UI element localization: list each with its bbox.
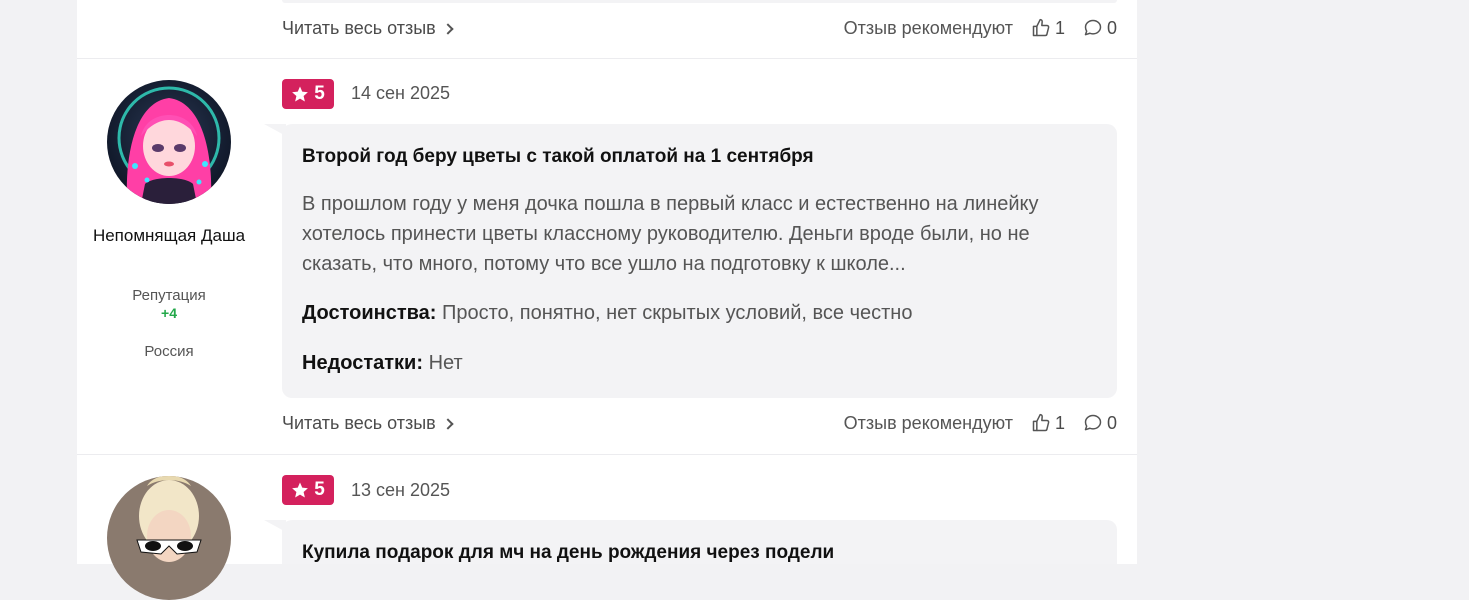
chevron-right-icon: [442, 22, 454, 35]
star-icon: [292, 86, 309, 102]
rating-value: 5: [314, 83, 325, 104]
review-footer: Читать весь отзыв Отзыв рекомендуют 1 0: [282, 411, 1117, 435]
avatar-image: [107, 80, 231, 204]
cons-text: Нет: [428, 352, 463, 374]
chevron-right-icon: [442, 417, 454, 430]
avatar[interactable]: [107, 476, 231, 600]
cons-label: Недостатки:: [302, 352, 424, 374]
review-bubble[interactable]: Второй год беру цветы с такой оплатой на…: [282, 124, 1117, 398]
read-full-review-label: Читать весь отзыв: [282, 17, 436, 38]
review-stats: Отзыв рекомендуют 1 0: [844, 413, 1117, 434]
rating-badge: 5: [282, 79, 334, 109]
reputation-label: Репутация: [132, 287, 206, 304]
recommend-label: Отзыв рекомендуют: [843, 412, 1013, 433]
read-full-review-label: Читать весь отзыв: [282, 412, 436, 433]
comments-button[interactable]: 0: [1083, 413, 1117, 434]
previous-review-footer: Читать весь отзыв Отзыв рекомендуют 1 0: [282, 16, 1117, 40]
comment-count: 0: [1106, 17, 1117, 38]
review-title[interactable]: Купила подарок для мч на день рождения ч…: [302, 542, 834, 564]
like-count: 1: [1054, 412, 1065, 433]
reputation-value: +4: [161, 305, 177, 321]
thumbs-up-icon: [1032, 413, 1050, 432]
user-name[interactable]: Непомнящая Даша: [77, 225, 261, 246]
like-button[interactable]: 1: [1031, 413, 1065, 434]
pros-text: Просто, понятно, нет скрытых условий, вс…: [442, 302, 913, 324]
review-cons: Недостатки: Нет: [302, 352, 463, 375]
read-full-review-link[interactable]: Читать весь отзыв: [282, 17, 454, 39]
like-button[interactable]: 1: [1031, 18, 1065, 39]
rating-badge: 5: [282, 475, 334, 505]
rating-value: 5: [314, 479, 325, 500]
review-divider: [77, 58, 1137, 59]
review-bubble[interactable]: Купила подарок для мч на день рождения ч…: [282, 520, 1117, 564]
user-country: Россия: [144, 343, 194, 360]
previous-review-bubble-edge: [282, 0, 1117, 3]
speech-bubble-icon: [1084, 414, 1102, 431]
comment-count: 0: [1106, 412, 1117, 433]
review-text: В прошлом году у меня дочка пошла в перв…: [302, 193, 1039, 275]
review-pros: Достоинства: Просто, понятно, нет скрыты…: [302, 302, 912, 325]
speech-bubble-icon: [1084, 19, 1102, 36]
star-icon: [292, 482, 309, 498]
like-count: 1: [1054, 17, 1065, 38]
review-title[interactable]: Второй год беру цветы с такой оплатой на…: [302, 146, 814, 168]
review-date: 14 сен 2025: [351, 83, 451, 103]
avatar[interactable]: [107, 80, 231, 204]
read-full-review-link[interactable]: Читать весь отзыв: [282, 412, 454, 434]
review-date: 13 сен 2025: [351, 480, 451, 500]
comments-button[interactable]: 0: [1083, 18, 1117, 39]
review-stats: Отзыв рекомендуют 1 0: [844, 18, 1117, 39]
reviews-feed: Читать весь отзыв Отзыв рекомендуют 1 0: [77, 0, 1137, 600]
pros-label: Достоинства:: [302, 302, 437, 324]
review-divider: [77, 454, 1137, 455]
thumbs-up-icon: [1032, 18, 1050, 37]
avatar-image: [107, 476, 231, 600]
recommend-label: Отзыв рекомендуют: [843, 17, 1013, 38]
